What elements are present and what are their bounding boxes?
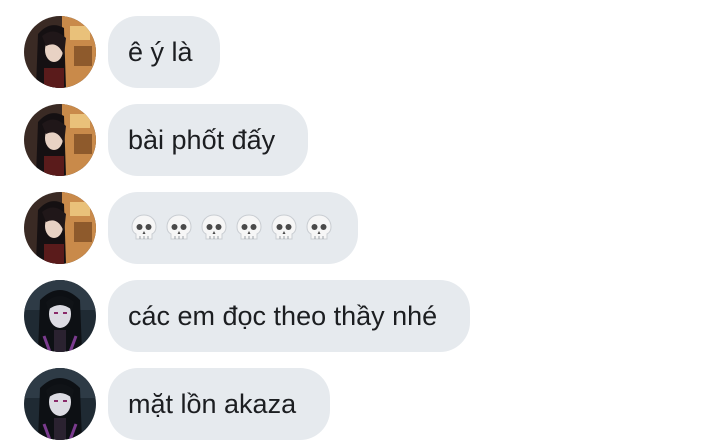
avatar-a-image <box>24 192 96 264</box>
message-text: bài phốt đấy <box>128 124 276 155</box>
message-bubble[interactable] <box>108 192 358 264</box>
skull-icon <box>131 214 157 240</box>
message-text: các em đọc theo thầy nhé <box>128 300 438 331</box>
skull-icon <box>306 214 332 240</box>
skull-icon <box>201 214 227 240</box>
avatar-a-image <box>24 16 96 88</box>
message-bubble[interactable]: ê ý là <box>108 16 220 88</box>
avatar[interactable] <box>24 192 96 264</box>
message-bubble[interactable]: các em đọc theo thầy nhé <box>108 280 470 352</box>
emoji-row <box>128 214 332 242</box>
skull-icon <box>166 214 192 240</box>
avatar[interactable] <box>24 368 96 440</box>
message-text: mặt lồn akaza <box>128 388 297 419</box>
avatar[interactable] <box>24 104 96 176</box>
message-bubble[interactable]: bài phốt đấy <box>108 104 308 176</box>
message-row: mặt lồn akaza <box>24 368 330 440</box>
message-row: ê ý là <box>24 16 220 88</box>
message-bubble[interactable]: mặt lồn akaza <box>108 368 330 440</box>
message-row <box>24 192 358 264</box>
avatar[interactable] <box>24 280 96 352</box>
skull-icon <box>236 214 262 240</box>
avatar-a-image <box>24 104 96 176</box>
avatar-b-image <box>24 368 96 440</box>
avatar[interactable] <box>24 16 96 88</box>
message-row: bài phốt đấy <box>24 104 308 176</box>
skull-icon <box>271 214 297 240</box>
avatar-b-image <box>24 280 96 352</box>
message-text: ê ý là <box>128 36 193 67</box>
message-row: các em đọc theo thầy nhé <box>24 280 470 352</box>
